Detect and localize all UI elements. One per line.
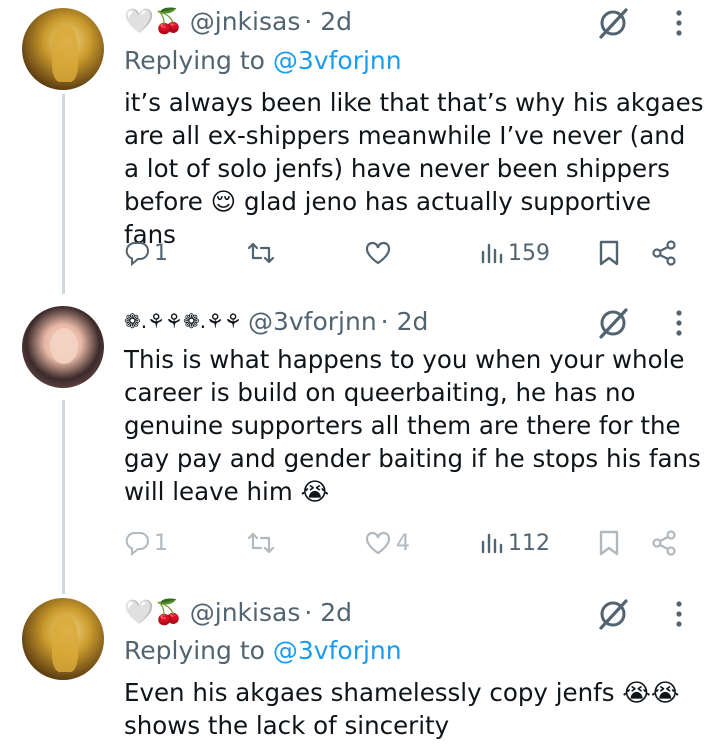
tweet-text: This is what happens to you when your wh… — [124, 345, 701, 506]
display-name-emoji: ❁.⚘⚘❁.⚘⚘ — [124, 309, 242, 333]
bookmark-icon — [599, 240, 619, 266]
reply-count: 1 — [154, 530, 168, 556]
replying-to-mention[interactable]: @3vforjnn — [273, 636, 402, 665]
reply-button[interactable]: 1 — [124, 236, 168, 270]
replying-to: Replying to @3vforjnn — [124, 46, 402, 75]
timestamp[interactable]: · 2d — [381, 307, 429, 336]
bookmark-button[interactable] — [598, 526, 620, 560]
share-icon — [652, 240, 676, 266]
views-button[interactable]: 159 — [480, 236, 550, 270]
more-icon[interactable] — [672, 6, 686, 40]
replying-to-label: Replying to — [124, 636, 265, 665]
like-button[interactable] — [364, 236, 392, 270]
reply-icon — [125, 532, 149, 556]
retweet-button[interactable] — [246, 526, 276, 560]
user-handle[interactable]: @jnkisas — [190, 7, 301, 36]
bookmark-button[interactable] — [598, 236, 620, 270]
action-bar: 1 4 112 — [124, 526, 684, 560]
tweet[interactable]: 🤍🍒 @jnkisas · 2d Replying to @3vforjnn i… — [0, 0, 720, 290]
avatar-figure — [50, 328, 78, 364]
share-button[interactable] — [650, 526, 678, 560]
reply-button[interactable]: 1 — [124, 526, 168, 560]
more-icon[interactable] — [672, 597, 686, 631]
bookmark-icon — [599, 530, 619, 556]
timestamp[interactable]: · 2d — [304, 7, 352, 36]
heart-icon — [365, 241, 391, 265]
avatar[interactable] — [22, 306, 104, 388]
reply-icon — [125, 242, 149, 266]
thread-line — [62, 400, 65, 594]
tweet-header: ❁.⚘⚘❁.⚘⚘ @3vforjnn · 2d — [124, 304, 428, 338]
views-icon — [481, 243, 503, 264]
share-icon — [652, 530, 676, 556]
tweet-text: it’s always been like that that’s why hi… — [124, 88, 704, 249]
views-icon — [481, 533, 503, 554]
avatar[interactable] — [22, 598, 104, 680]
replying-to-mention[interactable]: @3vforjnn — [273, 46, 402, 75]
grok-icon[interactable] — [596, 6, 630, 40]
reply-count: 1 — [154, 240, 168, 266]
more-icon[interactable] — [672, 306, 686, 340]
tweet-text: Even his akgaes shamelessly copy jenfs 😭… — [124, 678, 680, 740]
tweet-header: 🤍🍒 @jnkisas · 2d — [124, 595, 352, 629]
avatar-figure — [52, 616, 78, 672]
grok-icon[interactable] — [596, 597, 630, 631]
heart-icon — [365, 531, 391, 555]
like-count: 4 — [396, 530, 410, 556]
views-button[interactable]: 112 — [480, 526, 550, 560]
share-button[interactable] — [650, 236, 678, 270]
timestamp[interactable]: · 2d — [304, 598, 352, 627]
user-handle[interactable]: @jnkisas — [190, 598, 301, 627]
view-count: 112 — [508, 530, 550, 556]
replying-to: Replying to @3vforjnn — [124, 636, 402, 665]
retweet-icon — [247, 242, 275, 264]
avatar[interactable] — [22, 8, 104, 90]
avatar-figure — [52, 26, 78, 82]
like-button[interactable]: 4 — [364, 526, 410, 560]
display-name-emoji: 🤍🍒 — [124, 598, 184, 626]
grok-icon[interactable] — [596, 306, 630, 340]
retweet-icon — [247, 532, 275, 554]
retweet-button[interactable] — [246, 236, 276, 270]
view-count: 159 — [508, 240, 550, 266]
replying-to-label: Replying to — [124, 46, 265, 75]
user-handle[interactable]: @3vforjnn — [248, 307, 377, 336]
action-bar: 1 159 — [124, 236, 684, 270]
tweet-header: 🤍🍒 @jnkisas · 2d — [124, 4, 352, 38]
display-name-emoji: 🤍🍒 — [124, 7, 184, 35]
